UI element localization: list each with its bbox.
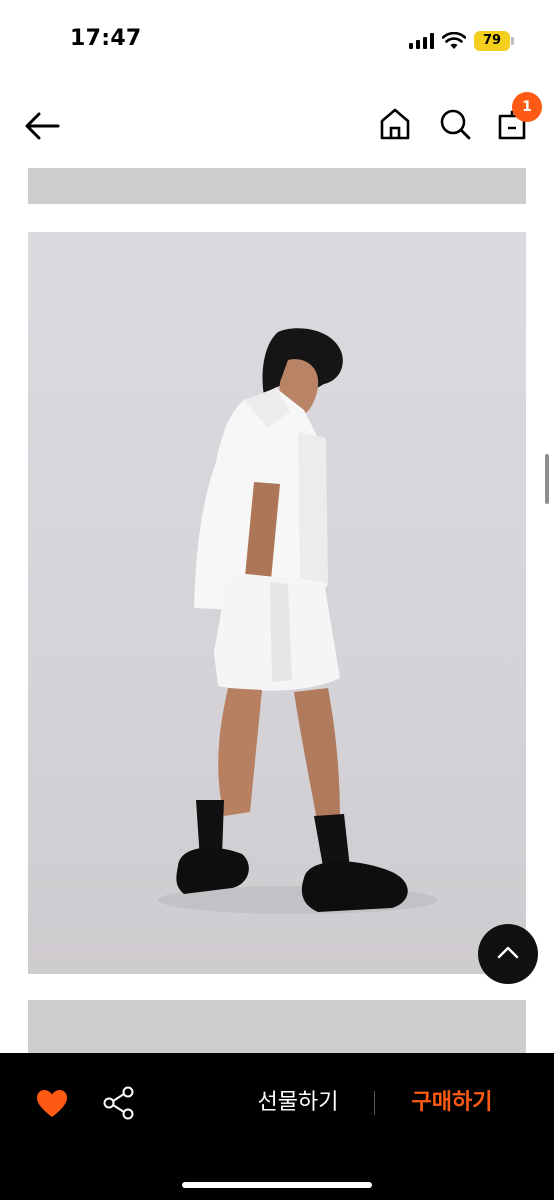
top-nav-bar <box>0 80 554 170</box>
heart-icon <box>37 1090 67 1117</box>
product-image-previous <box>28 168 526 204</box>
status-icons: 79 <box>409 28 514 54</box>
scrollbar-thumb[interactable] <box>545 454 549 504</box>
product-image-main <box>28 232 526 974</box>
cart-count-badge: 1 <box>512 92 542 122</box>
home-button[interactable] <box>378 106 412 142</box>
bottom-action-bar: 선물하기 구매하기 <box>0 1053 554 1200</box>
back-button[interactable] <box>22 106 62 146</box>
cellular-signal-icon <box>409 33 434 49</box>
search-button[interactable] <box>438 106 472 142</box>
home-indicator <box>182 1182 372 1188</box>
gift-button[interactable]: 선물하기 <box>240 1083 356 1123</box>
battery-level: 79 <box>474 31 510 51</box>
wifi-icon <box>442 32 466 49</box>
status-time: 17:47 <box>70 26 142 51</box>
divider <box>374 1091 375 1115</box>
scroll-to-top-button[interactable] <box>478 924 538 984</box>
like-button[interactable] <box>36 1089 68 1119</box>
share-icon <box>103 1086 134 1120</box>
search-icon <box>440 109 471 140</box>
share-button[interactable] <box>102 1085 136 1121</box>
model-figure <box>158 328 438 914</box>
status-bar: 17:47 79 <box>0 0 554 80</box>
buy-button[interactable]: 구매하기 <box>394 1083 510 1123</box>
home-icon <box>380 108 410 140</box>
chevron-up-icon <box>497 946 519 959</box>
product-image-next <box>28 1000 526 1060</box>
battery-icon: 79 <box>474 31 514 51</box>
arrow-left-icon <box>25 112 60 140</box>
